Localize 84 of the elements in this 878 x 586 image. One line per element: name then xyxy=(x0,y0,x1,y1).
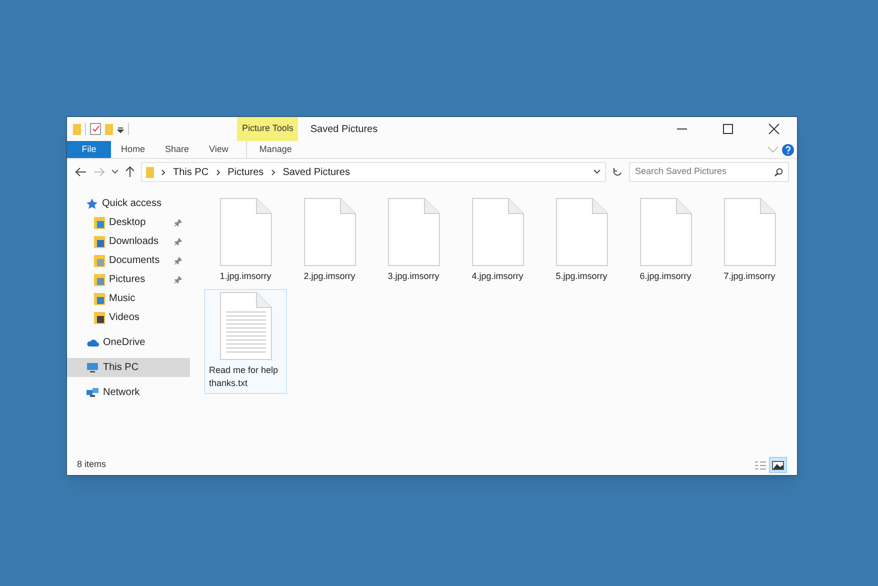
address-bar[interactable]: This PC Pictures Saved Pictures xyxy=(141,162,606,182)
file-name: 3.jpg.imsorry xyxy=(386,270,440,283)
file-item[interactable]: 5.jpg.imsorry xyxy=(540,195,623,287)
nav-item[interactable]: This PC xyxy=(67,358,190,377)
nav-label: This PC xyxy=(103,361,140,375)
file-item[interactable]: 1.jpg.imsorry xyxy=(204,195,287,287)
context-tab-label: Picture Tools xyxy=(237,117,298,141)
file-name: 7.jpg.imsorry xyxy=(722,270,776,283)
nav-label: Music xyxy=(109,292,136,306)
computer-icon xyxy=(86,362,99,373)
search-icon xyxy=(774,168,783,176)
help-icon[interactable] xyxy=(782,144,794,156)
folder-icon xyxy=(94,236,105,248)
chevron-down-icon[interactable] xyxy=(593,169,601,175)
ribbon-tab[interactable]: File xyxy=(67,141,111,158)
nav-label: Downloads xyxy=(109,235,160,249)
nav-item[interactable]: Quick access xyxy=(67,194,190,213)
cloud-icon xyxy=(86,338,99,347)
nav-item[interactable]: Network xyxy=(67,383,190,402)
blank-file-icon xyxy=(640,198,692,266)
folder-icon xyxy=(94,274,105,286)
blank-file-icon xyxy=(304,198,356,266)
ribbon-tab[interactable]: View xyxy=(199,141,238,158)
nav-item[interactable]: Videos xyxy=(67,308,190,327)
back-arrow-icon[interactable] xyxy=(75,167,87,177)
nav-label: OneDrive xyxy=(103,336,146,350)
breadcrumb[interactable]: This PC xyxy=(173,164,209,180)
ribbon-tab[interactable]: Home xyxy=(111,141,156,158)
nav-item[interactable]: Downloads xyxy=(67,232,190,251)
breadcrumb[interactable]: Saved Pictures xyxy=(282,164,350,180)
file-name: 1.jpg.imsorry xyxy=(218,270,272,283)
folder-icon xyxy=(94,292,105,304)
item-count: 8 items xyxy=(77,458,106,472)
chevron-right-icon xyxy=(161,168,166,176)
nav-item[interactable]: Music xyxy=(67,289,190,308)
list-icon xyxy=(754,460,766,470)
blank-file-icon xyxy=(556,198,608,266)
nav-item[interactable]: Pictures xyxy=(67,270,190,289)
folder-icon xyxy=(146,166,154,178)
file-name: 6.jpg.imsorry xyxy=(638,270,692,283)
nav-item[interactable]: OneDrive xyxy=(67,333,190,352)
file-item[interactable]: 2.jpg.imsorry xyxy=(288,195,371,287)
nav-label: Desktop xyxy=(109,216,147,230)
nav-label: Documents xyxy=(109,254,161,268)
breadcrumb[interactable]: Pictures xyxy=(228,164,264,180)
blank-file-icon xyxy=(724,198,776,266)
ribbon-tab[interactable]: Share xyxy=(155,141,200,158)
picture-icon xyxy=(772,460,784,470)
nav-label: Videos xyxy=(109,311,140,325)
blank-file-icon xyxy=(472,198,524,266)
file-name: Read me for help thanks.txt xyxy=(208,364,280,390)
large-icons-view-button[interactable] xyxy=(769,457,787,473)
text-file-icon xyxy=(220,292,272,360)
ribbon-tab[interactable]: Manage xyxy=(246,141,304,158)
window-title: Saved Pictures xyxy=(310,122,378,136)
refresh-icon[interactable] xyxy=(612,166,623,178)
folder-icon xyxy=(94,254,105,266)
chevron-down-icon[interactable] xyxy=(111,169,119,175)
folder-icon xyxy=(94,312,105,324)
file-item[interactable]: 6.jpg.imsorry xyxy=(624,195,707,287)
nav-label: Quick access xyxy=(102,197,162,211)
file-item[interactable]: 4.jpg.imsorry xyxy=(456,195,539,287)
network-icon xyxy=(86,387,99,398)
file-name: 5.jpg.imsorry xyxy=(554,270,608,283)
blank-file-icon xyxy=(220,198,272,266)
star-icon xyxy=(86,198,98,210)
search-input[interactable]: Search Saved Pictures xyxy=(635,165,774,179)
chevron-right-icon xyxy=(216,168,221,176)
file-item[interactable]: Read me for help thanks.txt xyxy=(204,289,287,394)
file-item[interactable]: 7.jpg.imsorry xyxy=(708,195,791,287)
up-arrow-icon[interactable] xyxy=(125,166,135,178)
properties-icon[interactable] xyxy=(90,123,101,135)
nav-item[interactable]: Documents xyxy=(67,251,190,270)
blank-file-icon xyxy=(388,198,440,266)
nav-item[interactable]: Desktop xyxy=(67,213,190,232)
file-name: 4.jpg.imsorry xyxy=(470,270,524,283)
chevron-right-icon xyxy=(270,168,276,176)
dropdown-icon[interactable] xyxy=(117,126,124,132)
nav-label: Pictures xyxy=(109,273,146,287)
file-item[interactable]: 3.jpg.imsorry xyxy=(372,195,455,287)
file-name: 2.jpg.imsorry xyxy=(302,270,356,283)
folder-icon xyxy=(94,216,105,228)
search-field[interactable]: Search Saved Pictures xyxy=(629,162,789,182)
nav-label: Network xyxy=(103,386,141,400)
